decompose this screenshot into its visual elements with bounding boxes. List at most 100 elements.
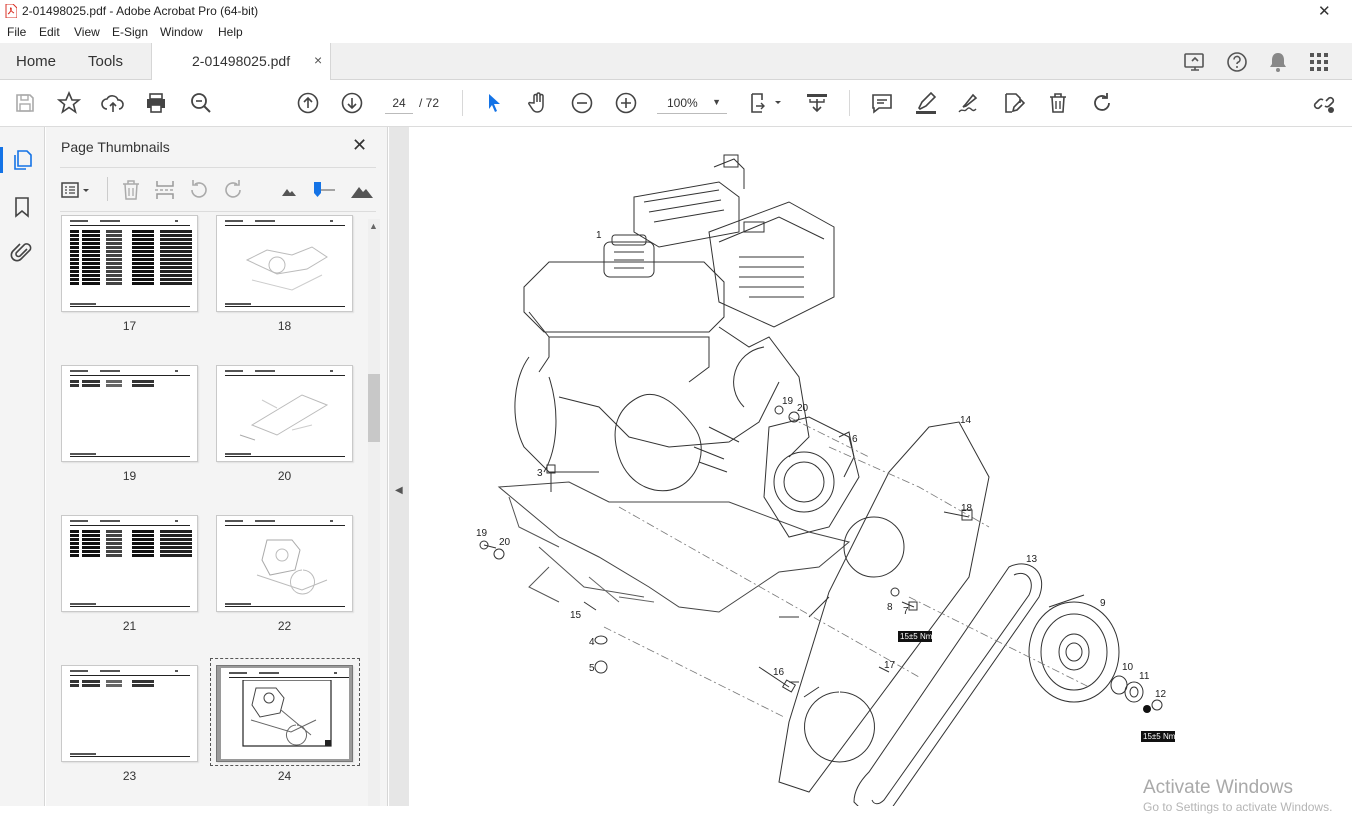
thumbnail-page-label: 23 <box>122 769 137 783</box>
attachment-icon[interactable] <box>10 240 34 264</box>
apps-grid-icon[interactable] <box>1309 52 1329 72</box>
thumbnail-page-label: 17 <box>122 319 137 333</box>
search-zoom-icon[interactable] <box>189 91 213 115</box>
panel-close-button[interactable]: ✕ <box>352 135 367 156</box>
callout-label: 7 <box>903 606 909 617</box>
exploded-parts-diagram: 1 3 4 5 6 7 8 9 10 11 12 13 14 15 16 17 … <box>476 154 1176 806</box>
tab-bar: Home Tools 2-01498025.pdf × <box>0 43 1352 80</box>
left-navigation-rail <box>0 127 45 806</box>
callout-label: 4 <box>589 637 595 648</box>
document-view[interactable]: 1 3 4 5 6 7 8 9 10 11 12 13 14 15 16 17 … <box>409 127 1352 806</box>
toolbar-divider <box>849 90 850 116</box>
help-icon[interactable] <box>1226 51 1248 73</box>
tab-document-label: 2-01498025.pdf <box>192 53 291 69</box>
thumbnails-scrollbar[interactable]: ▲ <box>368 219 380 806</box>
page-thumbnail-selected[interactable] <box>216 665 353 762</box>
thumbnail-options-icon[interactable] <box>60 179 92 201</box>
bookmark-star-icon[interactable] <box>56 90 82 115</box>
panel-divider <box>60 167 376 168</box>
toolbar-divider <box>462 90 463 116</box>
comment-icon[interactable] <box>870 91 894 115</box>
scroll-mode-icon[interactable] <box>805 91 829 115</box>
bookmark-icon[interactable] <box>10 195 34 219</box>
page-down-icon[interactable] <box>340 91 364 115</box>
print-icon[interactable] <box>144 91 168 115</box>
callout-label: 6 <box>852 434 858 445</box>
scrollbar-thumb[interactable] <box>368 374 380 442</box>
thumbnail-page-label: 22 <box>277 619 292 633</box>
extract-page-icon[interactable] <box>154 179 176 201</box>
menu-file[interactable]: File <box>7 25 26 39</box>
page-thumbnail[interactable] <box>61 215 198 312</box>
smaller-thumbnails-icon[interactable] <box>278 179 300 201</box>
page-thumbnails-icon[interactable] <box>10 148 34 172</box>
delete-page-icon[interactable] <box>120 179 142 201</box>
thumbnail-size-slider[interactable] <box>310 179 338 201</box>
callout-label: 20 <box>797 403 809 414</box>
bell-icon[interactable] <box>1268 51 1288 73</box>
scroll-up-icon[interactable]: ▲ <box>369 221 378 231</box>
page-thumbnail[interactable] <box>61 665 198 762</box>
larger-thumbnails-icon[interactable] <box>350 179 374 201</box>
thumbnail-page-label: 18 <box>277 319 292 333</box>
menu-help[interactable]: Help <box>218 25 243 39</box>
torque-label: 15±5 Nm <box>900 632 933 641</box>
page-thumbnail[interactable] <box>216 365 353 462</box>
collapse-arrow-icon: ◀ <box>395 485 403 496</box>
menu-window[interactable]: Window <box>160 25 203 39</box>
thumbnail-page <box>221 668 349 759</box>
save-icon[interactable] <box>13 91 37 115</box>
tab-close-button[interactable]: × <box>314 52 322 68</box>
thumbnail-page-label: 21 <box>122 619 137 633</box>
share-screen-icon[interactable] <box>1183 51 1207 73</box>
callout-label: 12 <box>1155 689 1167 700</box>
tab-home[interactable]: Home <box>16 53 56 70</box>
callout-label: 1 <box>596 230 602 241</box>
tab-tools[interactable]: Tools <box>88 53 123 70</box>
thumbnail-page-label: 19 <box>122 469 137 483</box>
delete-icon[interactable] <box>1046 91 1070 115</box>
menu-view[interactable]: View <box>74 25 100 39</box>
select-cursor-icon[interactable] <box>482 91 506 115</box>
page-thumbnail[interactable] <box>61 515 198 612</box>
window-close-button[interactable]: ✕ <box>1318 2 1331 20</box>
menu-edit[interactable]: Edit <box>39 25 60 39</box>
page-up-icon[interactable] <box>296 91 320 115</box>
menu-bar: File Edit View E-Sign Window Help <box>0 22 1352 43</box>
page-thumbnail[interactable] <box>61 365 198 462</box>
zoom-out-icon[interactable] <box>570 91 594 115</box>
share-link-icon[interactable] <box>1312 91 1336 115</box>
activate-windows-watermark: Activate Windows <box>1143 777 1293 798</box>
highlight-icon[interactable] <box>914 91 938 115</box>
panel-divider <box>60 211 376 212</box>
panel-collapse-handle[interactable]: ◀ <box>389 127 409 806</box>
callout-label: 15 <box>570 610 582 621</box>
page-thumbnail[interactable] <box>216 215 353 312</box>
callout-label: 11 <box>1139 671 1150 682</box>
callout-label: 10 <box>1122 662 1134 673</box>
rotate-right-icon[interactable] <box>222 179 244 201</box>
zoom-level-value: 100% <box>667 96 698 110</box>
window-title: 2-01498025.pdf - Adobe Acrobat Pro (64-b… <box>22 4 259 18</box>
tab-document[interactable]: 2-01498025.pdf × <box>151 43 331 80</box>
activate-windows-subtext: Go to Settings to activate Windows. <box>1143 800 1333 814</box>
sign-icon[interactable] <box>957 91 981 115</box>
menu-esign[interactable]: E-Sign <box>112 25 148 39</box>
page-number-input[interactable]: 24 <box>385 92 413 114</box>
callout-label: 16 <box>773 667 785 678</box>
rotate-left-icon[interactable] <box>188 179 210 201</box>
pdf-file-icon <box>5 4 17 18</box>
page-fit-icon[interactable] <box>749 91 785 115</box>
callout-label: 18 <box>961 503 973 514</box>
page-thumbnail[interactable] <box>216 515 353 612</box>
hand-icon[interactable] <box>526 91 550 115</box>
chevron-down-icon: ▼ <box>712 97 721 107</box>
edit-icon[interactable] <box>1001 91 1026 115</box>
callout-label: 9 <box>1100 598 1106 609</box>
callout-label: 17 <box>884 660 896 671</box>
redo-icon[interactable] <box>1090 91 1114 115</box>
panel-title: Page Thumbnails <box>61 139 170 155</box>
upload-icon[interactable] <box>101 91 125 115</box>
zoom-level-select[interactable]: 100% ▼ <box>657 92 727 114</box>
zoom-in-icon[interactable] <box>614 91 638 115</box>
